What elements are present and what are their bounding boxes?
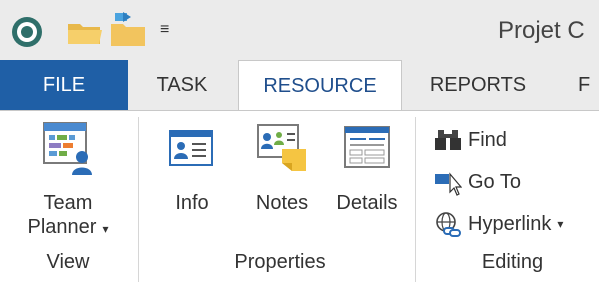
team-planner-icon	[40, 119, 96, 177]
goto-button[interactable]: Go To	[434, 165, 521, 199]
window-title: Projet C	[498, 17, 585, 44]
title-bar: ≡ Projet C	[0, 0, 599, 60]
open-folder-icon[interactable]	[66, 18, 104, 46]
binoculars-icon	[434, 126, 462, 154]
details-label: Details	[336, 192, 398, 214]
team-planner-label-line2: Planner ▾	[16, 215, 120, 241]
team-planner-label-text: Planner	[27, 216, 97, 238]
tab-task[interactable]: TASK	[134, 60, 230, 110]
chevron-down-icon: ▾	[557, 217, 564, 231]
info-label: Info	[175, 192, 209, 214]
find-button[interactable]: Find	[434, 123, 507, 157]
new-folder-icon[interactable]	[109, 10, 149, 48]
tab-resource[interactable]: RESOURCE	[238, 60, 402, 111]
customize-qat-dropdown-icon[interactable]: ≡	[160, 20, 174, 40]
hyperlink-label: Hyperlink	[468, 212, 552, 235]
tab-file[interactable]: FILE	[0, 60, 128, 110]
find-label: Find	[468, 128, 507, 151]
chevron-down-icon: ▾	[102, 222, 109, 236]
group-label-properties: Properties	[234, 251, 326, 273]
details-button[interactable]: Details	[326, 119, 408, 215]
tab-reports[interactable]: REPORTS	[410, 60, 546, 110]
hyperlink-button[interactable]: Hyperlink ▾	[434, 207, 563, 241]
goto-label: Go To	[468, 170, 521, 193]
group-label-editing: Editing	[481, 251, 544, 273]
group-divider	[415, 117, 416, 282]
app-logo-icon[interactable]	[10, 15, 44, 49]
details-icon	[339, 119, 395, 177]
ribbon-tab-row: FILE TASK RESOURCE REPORTS F	[0, 60, 599, 111]
hyperlink-globe-icon	[434, 210, 462, 238]
team-planner-button[interactable]: Team Planner ▾	[16, 119, 120, 241]
notes-button[interactable]: Notes	[240, 119, 324, 215]
group-label-view: View	[46, 251, 90, 273]
notes-label: Notes	[255, 192, 309, 214]
group-divider	[138, 117, 139, 282]
team-planner-label-line1: Team	[43, 192, 93, 214]
ribbon-panel: Team Planner ▾ View Info Notes Details P…	[0, 110, 599, 282]
info-button[interactable]: Info	[152, 119, 232, 215]
tab-partial[interactable]: F	[578, 60, 599, 110]
goto-cursor-icon	[434, 168, 463, 196]
info-card-icon	[164, 119, 220, 177]
notes-icon	[252, 119, 312, 177]
